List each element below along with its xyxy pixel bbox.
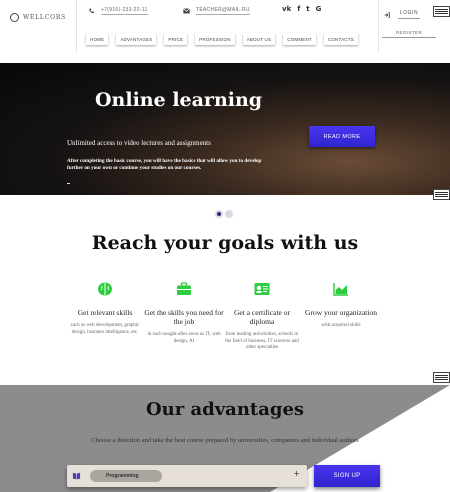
book-icon xyxy=(72,472,81,480)
google-icon[interactable]: G xyxy=(316,5,322,13)
sign-up-button[interactable]: SIGN UP xyxy=(314,465,380,487)
goal-card: Get a certificate or diploma from leadin… xyxy=(222,282,302,352)
phone-icon xyxy=(89,8,94,14)
login-link[interactable]: LOGIN xyxy=(384,10,421,19)
nav-profession[interactable]: PROFESSION xyxy=(195,33,235,45)
menu-icon[interactable] xyxy=(433,189,450,200)
nav-about-us[interactable]: ABOUT US xyxy=(242,33,276,45)
brand-name: WELLCORS xyxy=(23,14,67,21)
nav-price[interactable]: PRICE xyxy=(164,33,188,45)
register-link[interactable]: REGISTER xyxy=(382,30,436,38)
goal-title: Grow your organization xyxy=(305,308,377,317)
login-label: LOGIN xyxy=(398,10,421,19)
course-search-bar[interactable]: Programming + xyxy=(67,465,307,487)
slider-dot[interactable] xyxy=(226,211,232,217)
menu-icon[interactable] xyxy=(433,6,450,17)
main-nav: HOME ADVANTAGES PRICE PROFESSION ABOUT U… xyxy=(86,33,366,45)
slider-dot-active[interactable] xyxy=(216,211,222,217)
goal-card: Grow your organization with acquired ski… xyxy=(301,282,381,330)
goal-description: with acquired skills xyxy=(321,323,361,328)
slider-dots xyxy=(216,211,236,217)
category-select[interactable]: Programming xyxy=(90,470,162,482)
brain-icon xyxy=(98,282,112,296)
email-contact[interactable]: TEACHER@MAIL.RU xyxy=(183,7,250,15)
goal-title: Get the skills you need for the job xyxy=(144,308,224,326)
nav-contacts[interactable]: CONTACTS xyxy=(323,33,358,45)
nav-home[interactable]: HOME xyxy=(86,33,109,45)
add-category-icon[interactable]: + xyxy=(293,469,300,478)
advantages-title: Our advantages xyxy=(145,399,305,420)
goal-description: from leading universities, schools in th… xyxy=(225,332,299,350)
goal-description: in such sought-after areas as IT, web de… xyxy=(147,332,221,344)
advantages-description: Choose a direction and take the best cou… xyxy=(91,437,359,444)
goal-title: Get relevant skills xyxy=(77,308,133,317)
header-divider xyxy=(76,0,77,52)
briefcase-icon xyxy=(177,282,191,295)
hero-description: After completing the basic course, you w… xyxy=(67,158,262,171)
chart-icon xyxy=(333,283,348,296)
phone-contact[interactable]: +7(916)-233-22-11 xyxy=(88,7,148,15)
social-links: vk f t G xyxy=(282,5,327,13)
hero-title: Online learning xyxy=(95,89,263,111)
hero-banner: Online learning Unlimited access to vide… xyxy=(0,63,450,195)
twitter-icon[interactable]: t xyxy=(306,5,309,13)
nav-comment[interactable]: COMMENT xyxy=(283,33,316,45)
goal-card: Get the skills you need for the job in s… xyxy=(144,282,224,345)
goal-description: such as web development, graphic design,… xyxy=(70,323,140,335)
hero-divider xyxy=(67,183,70,184)
goal-card: Get relevant skills such as web developm… xyxy=(65,282,145,336)
header-divider xyxy=(378,0,379,52)
vk-icon[interactable]: vk xyxy=(282,5,291,13)
logo-ring-icon xyxy=(10,13,19,22)
email-address: TEACHER@MAIL.RU xyxy=(196,7,250,15)
nav-advantages[interactable]: ADVANTAGES xyxy=(116,33,157,45)
login-icon xyxy=(384,11,390,18)
mail-icon xyxy=(183,8,190,14)
site-header: WELLCORS +7(916)-233-22-11 TEACHER@MAIL.… xyxy=(0,0,450,63)
brand-logo[interactable]: WELLCORS xyxy=(10,13,66,22)
phone-number: +7(916)-233-22-11 xyxy=(101,7,148,15)
menu-icon[interactable] xyxy=(433,372,450,383)
facebook-icon[interactable]: f xyxy=(297,5,300,13)
read-more-button[interactable]: READ MORE xyxy=(309,126,375,147)
advantages-section: Our advantages Choose a direction and ta… xyxy=(0,385,450,492)
goal-title: Get a certificate or diploma xyxy=(233,308,290,326)
hero-subtitle: Unlimited access to video lectures and a… xyxy=(67,139,211,147)
goals-title: Reach your goals with us xyxy=(91,232,359,254)
certificate-icon xyxy=(254,283,270,295)
